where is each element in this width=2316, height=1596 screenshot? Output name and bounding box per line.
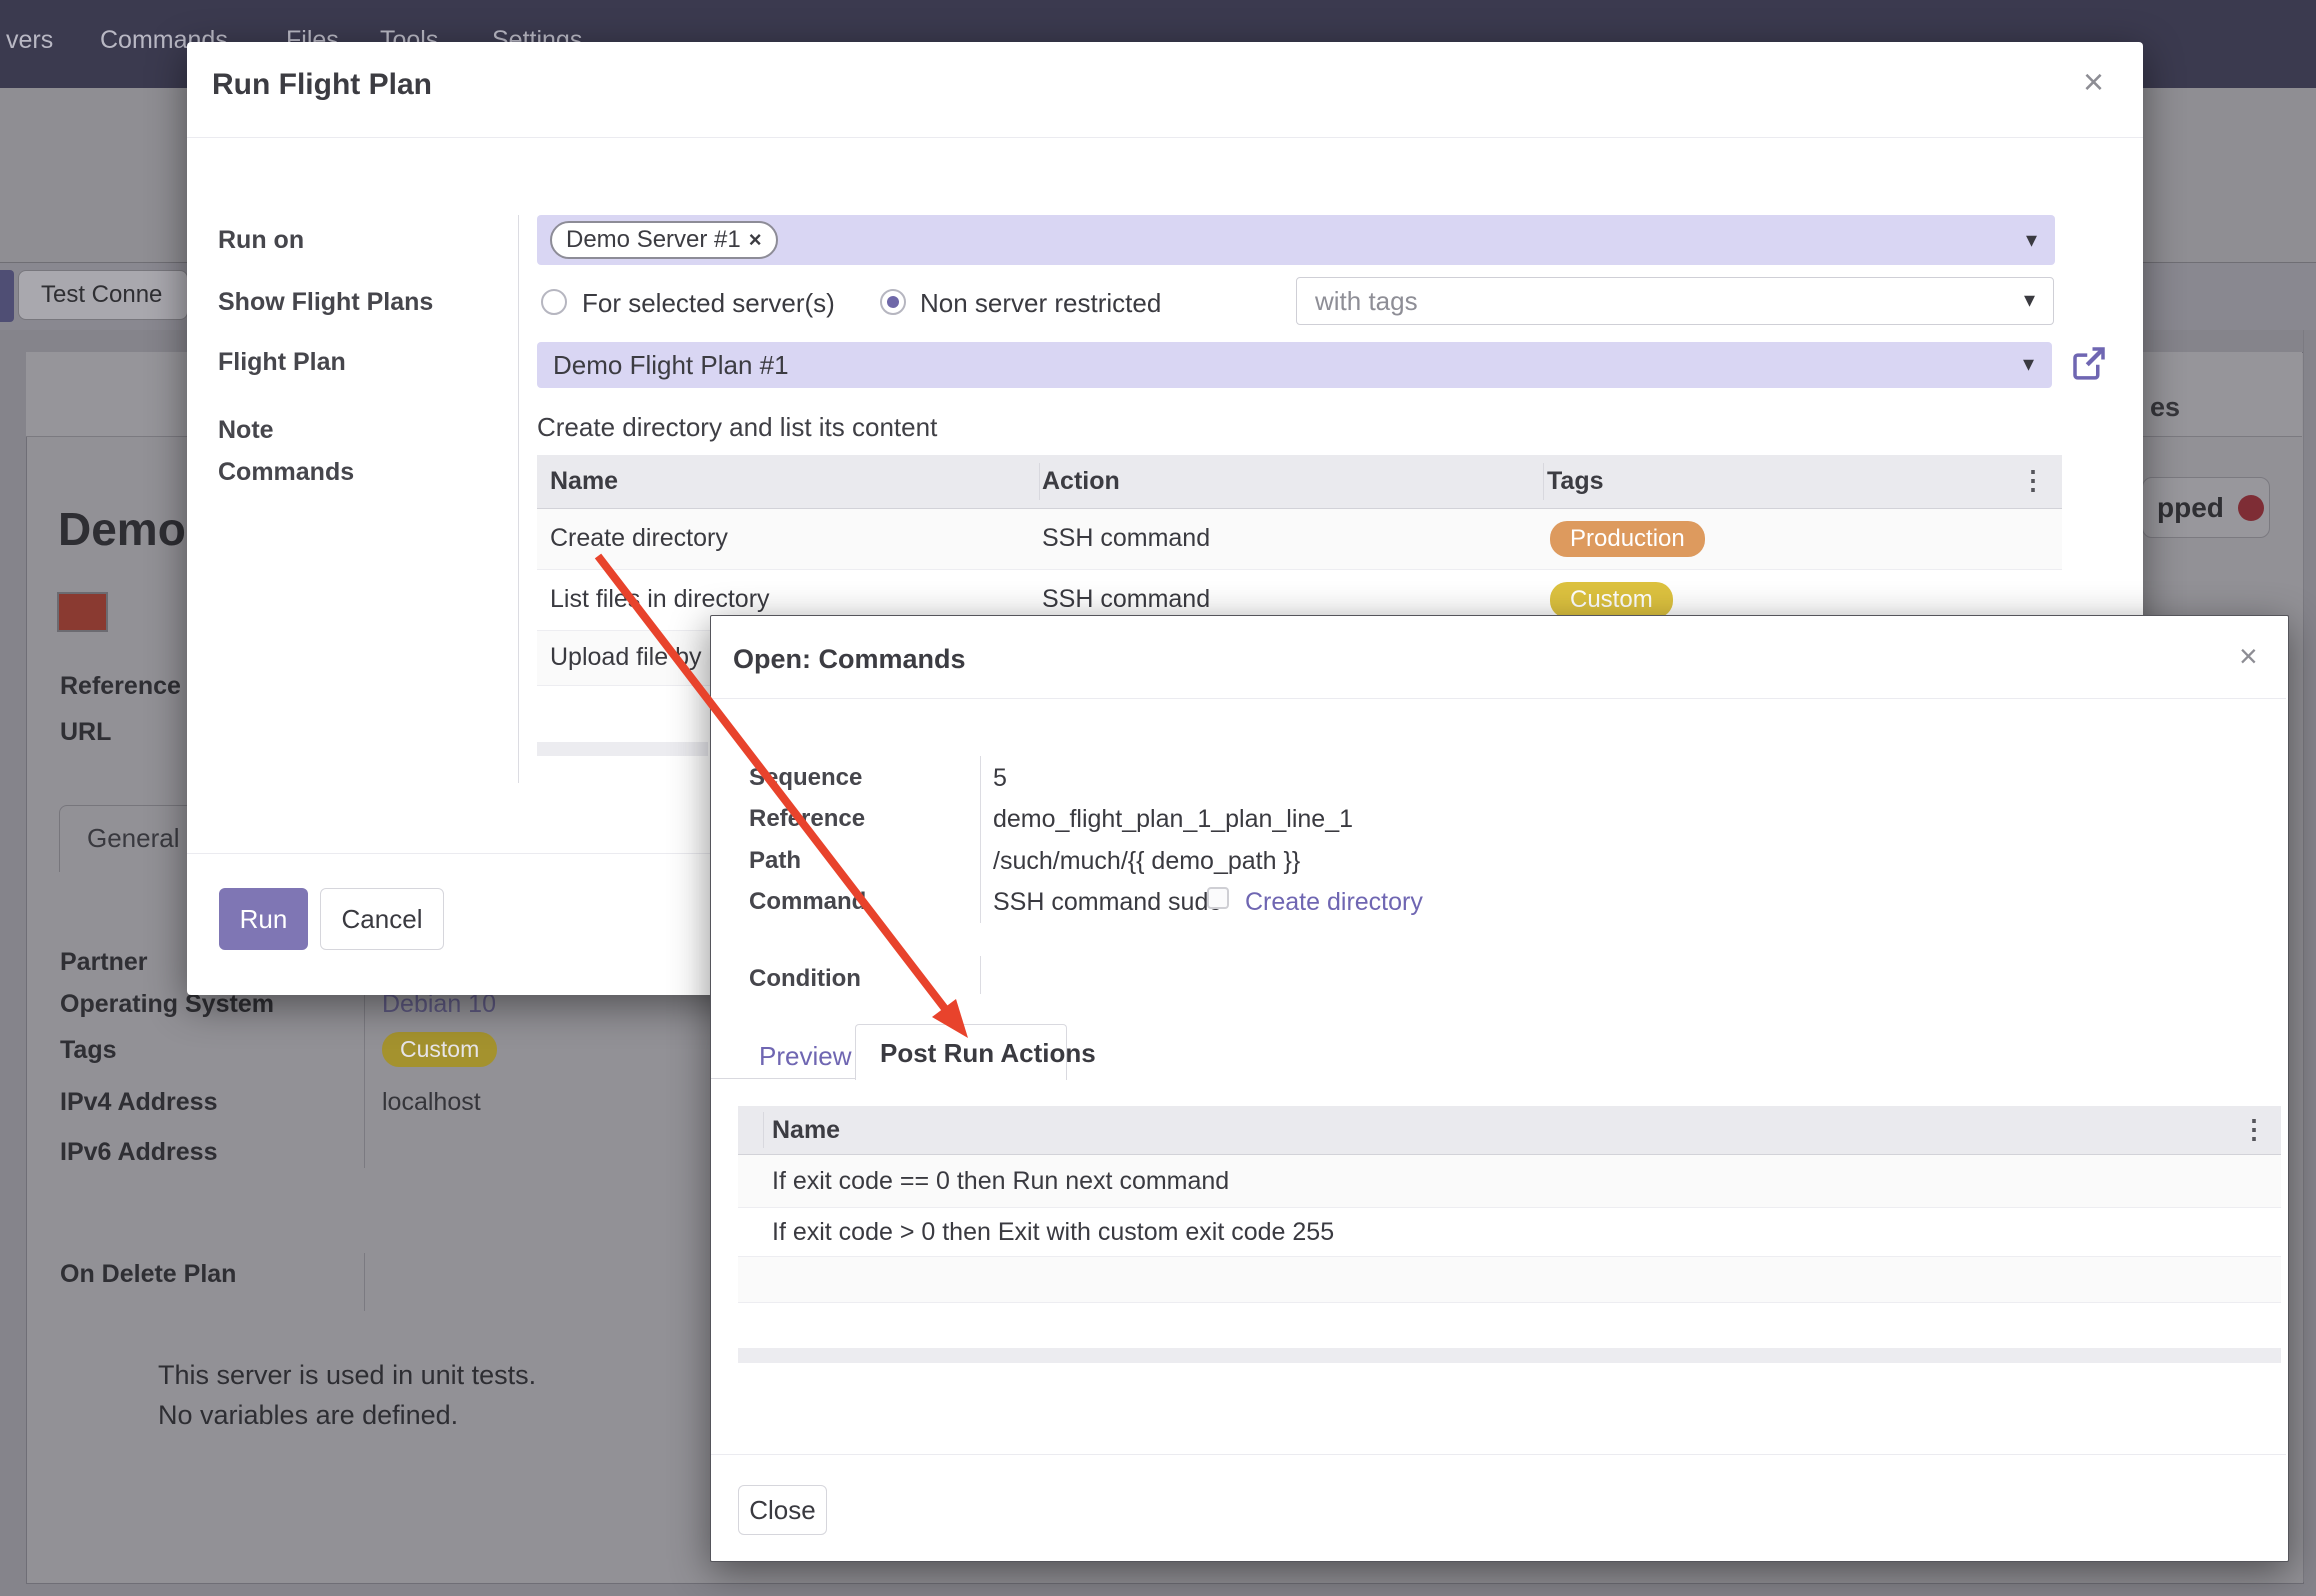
label-column-divider	[980, 956, 981, 994]
horizontal-scrollbar[interactable]	[738, 1348, 2281, 1363]
column-divider	[1543, 463, 1544, 500]
label-column-divider	[518, 215, 519, 783]
close-icon[interactable]: ×	[2083, 64, 2104, 100]
sequence-value: 5	[993, 764, 1007, 793]
table-row[interactable]: If exit code == 0 then Run next command	[738, 1155, 2281, 1208]
modal-title: Run Flight Plan	[212, 68, 432, 102]
reference-value: demo_flight_plan_1_plan_line_1	[993, 805, 1353, 834]
modal-header-divider	[711, 698, 2286, 699]
clipped-action-button[interactable]	[0, 270, 14, 322]
command-value: SSH command sudo	[993, 888, 1222, 917]
column-name[interactable]: Name	[550, 467, 618, 496]
modal-footer-divider	[711, 1454, 2286, 1455]
ipv4-label: IPv4 Address	[60, 1088, 217, 1117]
external-link-icon[interactable]	[2068, 342, 2110, 384]
with-tags-select[interactable]: with tags ▾	[1296, 277, 2054, 325]
post-run-actions-table: Name ⋮ If exit code == 0 then Run next c…	[738, 1106, 2281, 1303]
ipv6-label: IPv6 Address	[60, 1138, 217, 1167]
tab-preview[interactable]: Preview	[759, 1041, 851, 1072]
server-name-heading: Demo	[58, 502, 188, 558]
create-directory-checkbox[interactable]	[1207, 887, 1229, 909]
run-on-field[interactable]: Demo Server #1 × ▾	[537, 215, 2055, 265]
kebab-menu-icon[interactable]: ⋮	[2020, 465, 2046, 496]
tags-badge[interactable]: Custom	[382, 1032, 497, 1067]
on-delete-plan-label: On Delete Plan	[60, 1260, 236, 1289]
tab-row-border	[711, 1078, 856, 1079]
create-directory-link[interactable]: Create directory	[1245, 888, 1423, 917]
screen: vers Commands Files Tools Settings Test …	[0, 0, 2316, 1596]
show-flight-plans-label: Show Flight Plans	[218, 288, 433, 317]
flight-plan-select[interactable]: Demo Flight Plan #1 ▾	[537, 342, 2052, 388]
caret-down-icon[interactable]: ▾	[2026, 227, 2037, 253]
radio-selected-servers-label[interactable]: For selected server(s)	[582, 288, 835, 319]
tag-badge: Custom	[1550, 582, 1673, 618]
plan-description: Create directory and list its content	[537, 412, 937, 443]
run-on-label: Run on	[218, 226, 304, 255]
radio-non-server-restricted-label[interactable]: Non server restricted	[920, 288, 1161, 319]
tags-label: Tags	[60, 1036, 117, 1065]
label-column-divider	[980, 756, 981, 923]
column-divider	[1039, 463, 1040, 500]
table-row[interactable]	[738, 1257, 2281, 1303]
run-button[interactable]: Run	[219, 888, 308, 950]
flight-plan-label: Flight Plan	[218, 348, 346, 377]
caret-down-icon[interactable]: ▾	[2023, 351, 2034, 377]
url-label: URL	[60, 718, 111, 747]
card-right-border	[2303, 330, 2304, 1582]
tab-general[interactable]: General	[59, 805, 201, 872]
chip-remove-icon[interactable]: ×	[749, 227, 762, 253]
modal-header-divider	[187, 137, 2143, 138]
tab-post-run-actions[interactable]: Post Run Actions	[855, 1024, 1067, 1080]
cancel-button[interactable]: Cancel	[320, 888, 444, 950]
tag-badge: Production	[1550, 521, 1705, 557]
table-row[interactable]: Create directory SSH command Production	[537, 509, 2062, 570]
test-connection-button[interactable]: Test Conne	[18, 270, 188, 320]
status-red-dot-icon	[2238, 495, 2264, 521]
server-chip[interactable]: Demo Server #1 ×	[550, 221, 778, 259]
column-divider	[763, 1112, 764, 1148]
horizontal-scrollbar[interactable]	[537, 742, 708, 756]
no-variables-note: No variables are defined.	[158, 1400, 458, 1431]
command-label: Command	[749, 888, 866, 916]
note-label: Note	[218, 416, 274, 445]
path-label: Path	[749, 847, 801, 875]
post-run-table-header: Name ⋮	[738, 1106, 2281, 1155]
open-commands-modal: Open: Commands × Sequence Reference Path…	[710, 615, 2289, 1562]
sequence-label: Sequence	[749, 764, 862, 792]
column-action[interactable]: Action	[1042, 467, 1120, 496]
table-row[interactable]: If exit code > 0 then Exit with custom e…	[738, 1208, 2281, 1257]
column-name[interactable]: Name	[772, 1116, 840, 1145]
background-tab-fragment: es	[2150, 392, 2180, 423]
status-stopped-button[interactable]: pped	[2142, 477, 2270, 538]
condition-label: Condition	[749, 965, 861, 993]
field-separator-line	[364, 1253, 365, 1311]
partner-label: Partner	[60, 948, 148, 977]
reference-label: Reference	[749, 805, 865, 833]
field-separator-line	[364, 990, 365, 1168]
column-tags[interactable]: Tags	[1547, 467, 1604, 496]
radio-non-server-restricted[interactable]	[880, 289, 906, 315]
reference-label: Reference	[60, 672, 181, 701]
nav-item-servers-partial[interactable]: vers	[6, 26, 53, 55]
close-icon[interactable]: ×	[2239, 638, 2258, 674]
unit-test-note: This server is used in unit tests.	[158, 1360, 536, 1391]
kebab-menu-icon[interactable]: ⋮	[2241, 1114, 2267, 1145]
path-value: /such/much/{{ demo_path }}	[993, 847, 1300, 876]
caret-down-icon[interactable]: ▾	[2024, 287, 2035, 313]
commands-table-header: Name Action Tags ⋮	[537, 455, 2062, 509]
commands-label: Commands	[218, 458, 354, 487]
radio-selected-servers[interactable]	[541, 289, 567, 315]
modal-title: Open: Commands	[733, 644, 966, 675]
ipv4-value: localhost	[382, 1088, 481, 1117]
color-swatch[interactable]	[57, 592, 108, 632]
close-button[interactable]: Close	[738, 1485, 827, 1535]
